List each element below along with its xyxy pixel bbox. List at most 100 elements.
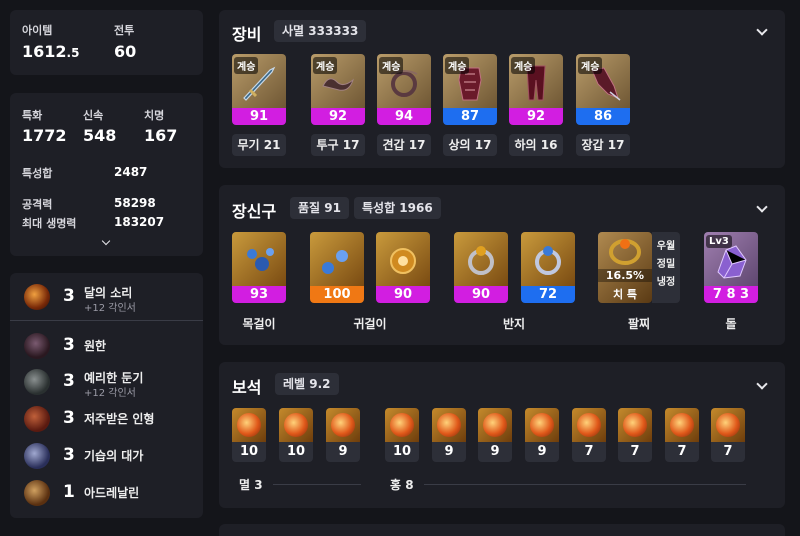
gem-icon [478, 408, 512, 442]
pants-label: 하의 16 [509, 134, 563, 156]
gem-group-a-label: 멸 3 [239, 478, 263, 492]
gem-level: 9 [525, 442, 559, 462]
next-section-panel [219, 524, 785, 536]
bracelet-percent: 16.5% [598, 269, 652, 282]
quality-badge: 91 [232, 108, 286, 125]
expand-stats-chevron-icon[interactable] [101, 236, 111, 246]
gem-level: 10 [232, 442, 266, 462]
gem-level: 10 [279, 442, 313, 462]
engraving-level: 3 [63, 286, 75, 306]
item-level-main: 1612 [22, 42, 67, 61]
stat-crit-label: 특화 [22, 109, 43, 122]
item-level-value: 1612.5 [22, 42, 79, 61]
gem-level: 7 [572, 442, 606, 462]
gem-icon [525, 408, 559, 442]
bracelet-stats: 치 특 [612, 288, 638, 301]
grudge-icon [24, 333, 50, 359]
inherit-tag: 계승 [234, 57, 259, 74]
shoulder-label: 견갑 17 [377, 134, 431, 156]
bracelet-effects: 우월 정밀 냉정 [652, 232, 680, 303]
stat-attack-value: 58298 [114, 196, 156, 210]
engraving-level: 3 [63, 408, 75, 428]
gems-panel: 보석 레벨 9.2 10 10 9 10 9 9 9 7 7 7 7 멸 3 홍… [219, 362, 785, 508]
engravings-divider [10, 320, 203, 321]
engraving-row[interactable]: 3 저주받은 인형 [10, 400, 205, 436]
stat-attack-label: 공격력 [22, 198, 53, 211]
stat-swift-value: 548 [83, 126, 117, 145]
bracelet-slot[interactable]: 16.5% 치 특 우월 정밀 냉정 [598, 232, 680, 303]
gem-group-b-label: 홍 8 [390, 478, 414, 492]
ring-label: 반지 [502, 317, 526, 331]
accessory-stat-tag: 특성합 1966 [354, 197, 441, 219]
stat-swift-label: 신속 [83, 109, 104, 122]
engraving-row[interactable]: 1 아드레날린 [10, 474, 205, 510]
gem-group-a-line [273, 484, 361, 485]
stone-level-tag: Lv3 [706, 235, 732, 248]
stat-crit-value: 1772 [22, 126, 67, 145]
gem-icon [432, 408, 466, 442]
collapse-gems-chevron-icon[interactable] [756, 378, 768, 390]
gem-icon [618, 408, 652, 442]
engraving-row[interactable]: 3 달의 소리 +12 각인서 [10, 278, 205, 314]
stat-critical-label: 치명 [144, 109, 165, 122]
gem-icon [279, 408, 313, 442]
ambush-icon [24, 443, 50, 469]
bracelet-label: 팔찌 [627, 317, 651, 331]
earring-label: 귀걸이 [353, 317, 387, 331]
engraving-level: 3 [63, 335, 75, 355]
summary-panel: 아이템 1612.5 전투 60 [10, 10, 203, 75]
chest-label: 상의 17 [443, 134, 497, 156]
quality-badge: 92 [509, 108, 563, 125]
bracelet-effects-text: 우월 정밀 냉정 [656, 241, 676, 288]
engraving-row[interactable]: 3 예리한 둔기 +12 각인서 [10, 363, 205, 399]
engraving-level: 1 [63, 482, 75, 502]
engraving-row[interactable]: 3 기습의 대가 [10, 437, 205, 473]
engraving-name: 아드레날린 [84, 486, 140, 500]
necklace-label: 목걸이 [242, 317, 276, 331]
gloves-label: 장갑 17 [576, 134, 630, 156]
engraving-level: 3 [63, 371, 75, 391]
engraving-book: +12 각인서 [84, 388, 136, 399]
necklace-icon [232, 232, 286, 286]
gems-title: 보석 [232, 378, 262, 397]
adrenaline-icon [24, 480, 50, 506]
quality-badge: 94 [377, 108, 431, 125]
quality-badge: 90 [454, 286, 508, 303]
gem-icon [665, 408, 699, 442]
stat-critical-value: 167 [144, 126, 178, 145]
stone-label: 돌 [725, 317, 737, 331]
ring-icon [521, 232, 575, 286]
inherit-tag: 계승 [445, 57, 470, 74]
gem-icon [385, 408, 419, 442]
ring-icon [454, 232, 508, 286]
gem-icon [232, 408, 266, 442]
collapse-accessories-chevron-icon[interactable] [756, 201, 768, 213]
gem-level: 7 [618, 442, 652, 462]
item-level-label: 아이템 [22, 24, 53, 37]
item-level-decimal: .5 [66, 46, 80, 60]
engraving-row[interactable]: 3 원한 [10, 327, 205, 363]
quality-badge: 90 [376, 286, 430, 303]
stone-value-badge: 7 8 3 [704, 286, 758, 303]
moon-icon [24, 284, 50, 310]
engraving-book: +12 각인서 [84, 303, 136, 314]
equipment-panel: 장비 사멸 333333 계승 91 계승 92 계승 94 계승 87 계승 … [219, 10, 785, 168]
collapse-equipment-chevron-icon[interactable] [756, 24, 768, 36]
stat-hp-label: 최대 생명력 [22, 217, 77, 230]
gem-group-b-line [424, 484, 746, 485]
helmet-label: 투구 17 [311, 134, 365, 156]
gem-level: 7 [711, 442, 745, 462]
weapon-label: 무기 21 [232, 134, 286, 156]
stat-total-value: 2487 [114, 165, 148, 179]
gem-icon [711, 408, 745, 442]
earring-icon [376, 232, 430, 286]
quality-badge: 93 [232, 286, 286, 303]
inherit-tag: 계승 [511, 57, 536, 74]
stats-panel: 특화 1772 신속 548 치명 167 특성합 2487 공격력 58298… [10, 93, 203, 256]
engraving-name: 원한 [84, 339, 107, 353]
gem-icon [572, 408, 606, 442]
inherit-tag: 계승 [578, 57, 603, 74]
accessories-title: 장신구 [232, 202, 277, 221]
combat-level-value: 60 [114, 42, 137, 61]
inherit-tag: 계승 [313, 57, 338, 74]
